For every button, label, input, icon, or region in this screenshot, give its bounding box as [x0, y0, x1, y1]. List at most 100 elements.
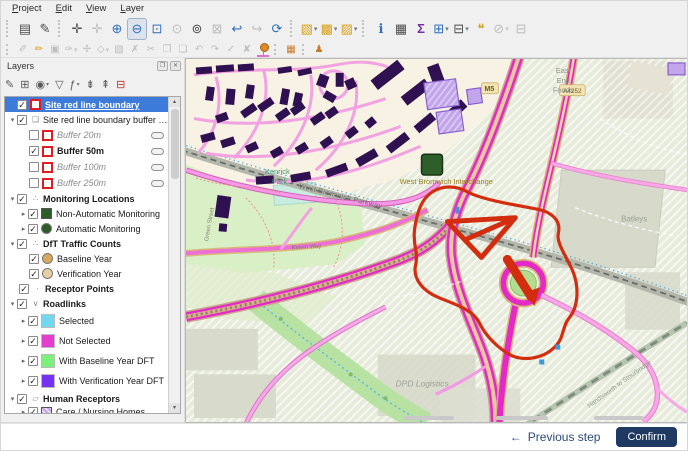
confirm-button[interactable]: Confirm	[616, 427, 677, 447]
zoom-in-button[interactable]: ⊕	[107, 18, 127, 40]
layer-row-with-verification-year-dft[interactable]: ▸ ✓ With Verification Year DFT	[5, 371, 168, 391]
scale-visibility-indicator[interactable]	[151, 147, 164, 155]
menu-view[interactable]: View	[79, 2, 113, 15]
layer-checkbox[interactable]: ✓	[28, 208, 38, 219]
expander-icon[interactable]: ▾	[8, 240, 17, 248]
redo-button[interactable]: ↷	[207, 43, 223, 57]
layer-checkbox[interactable]: ✓	[17, 99, 27, 110]
zoom-full-button[interactable]: ⊡	[147, 18, 167, 40]
expander-icon[interactable]: ▸	[19, 210, 28, 218]
layer-row-buffer-20m[interactable]: Buffer 20m	[5, 127, 168, 143]
menu-project[interactable]: Project	[5, 2, 49, 15]
commit-button[interactable]: ✓	[223, 43, 239, 57]
expander-icon[interactable]: ▸	[19, 225, 28, 233]
expander-icon[interactable]: ▾	[8, 116, 17, 124]
current-edits-button[interactable]: ✐	[15, 43, 31, 57]
refresh-map-button[interactable]: ⟳	[267, 18, 287, 40]
expander-icon[interactable]: ▸	[19, 317, 28, 325]
layer-checkbox[interactable]	[29, 178, 39, 188]
toolbar-handle[interactable]	[6, 44, 12, 55]
add-feature-button[interactable]: ✑ ▾	[63, 43, 79, 57]
vertex-tool-button[interactable]: ◇ ▾	[95, 43, 111, 57]
expander-icon[interactable]: ▾	[8, 195, 17, 203]
expander-icon[interactable]: ▾	[8, 395, 17, 403]
scale-visibility-indicator[interactable]	[151, 131, 164, 139]
undo-button[interactable]: ↶	[191, 43, 207, 57]
layer-checkbox[interactable]	[29, 162, 39, 172]
scale-visibility-indicator[interactable]	[151, 179, 164, 187]
zoom-to-layer-button[interactable]: ⊚	[187, 18, 207, 40]
expander-icon[interactable]: ▸	[19, 337, 28, 345]
group-checkbox[interactable]: ✓	[17, 238, 27, 249]
menu-layer[interactable]: Layer	[113, 2, 151, 15]
zoom-out-button[interactable]: ⊖	[127, 17, 147, 40]
toolbar-handle[interactable]	[274, 44, 280, 55]
scale-visibility-indicator[interactable]	[151, 163, 164, 171]
scrollbar-thumb[interactable]	[170, 109, 179, 179]
layer-checkbox[interactable]: ✓	[28, 223, 38, 234]
layer-row-non-automatic-monitoring[interactable]: ▸ ✓ Non-Automatic Monitoring	[5, 206, 168, 221]
project-settings-button[interactable]: ✎	[35, 18, 55, 40]
attribute-table-button[interactable]: ▦	[391, 18, 411, 40]
street-view-button[interactable]: ♟	[311, 43, 327, 57]
group-row-roadlinks[interactable]: ▾ ✓ ∨ Roadlinks	[5, 296, 168, 311]
map-tips-button[interactable]: ❝	[471, 18, 491, 40]
layer-row-automatic-monitoring[interactable]: ▸ ✓ Automatic Monitoring	[5, 221, 168, 236]
pan-map-button[interactable]: ✛	[67, 18, 87, 40]
filter-legend-button[interactable]: ▽	[55, 78, 63, 91]
modify-attributes-button[interactable]: ▨	[111, 43, 127, 57]
layer-checkbox[interactable]: ✓	[29, 268, 39, 279]
zoom-native-button[interactable]: ⊠	[207, 18, 227, 40]
layer-checkbox[interactable]: ✓	[28, 407, 38, 413]
search-button[interactable]: ⊘ ▾	[491, 18, 511, 40]
expander-icon[interactable]: ▸	[19, 377, 28, 385]
expander-icon[interactable]: ▸	[19, 408, 28, 413]
previous-step-button[interactable]: ← Previous step	[510, 430, 601, 444]
layer-row-buffer-100m[interactable]: Buffer 100m	[5, 159, 168, 175]
scroll-up-icon[interactable]: ▴	[169, 97, 180, 107]
layer-checkbox[interactable]: ✓	[29, 146, 39, 156]
group-checkbox[interactable]: ✓	[17, 393, 27, 404]
deselect-features-button[interactable]: ▩ ▾	[319, 18, 339, 40]
layer-row-care-nursing-homes[interactable]: ▸ ✓ Care / Nursing Homes	[5, 406, 168, 413]
pan-to-selection-button[interactable]: ✛	[87, 18, 107, 40]
group-row-human-receptors[interactable]: ▾ ✓ ▱ Human Receptors	[5, 391, 168, 406]
zoom-next-button[interactable]: ↪	[247, 18, 267, 40]
map-3d-button[interactable]: ▦	[283, 43, 299, 57]
layer-checkbox[interactable]	[29, 130, 39, 140]
measure-button[interactable]: ⊟ ▾	[451, 18, 471, 40]
layer-row-buffer-50m[interactable]: ✓ Buffer 50m	[5, 143, 168, 159]
menu-edit[interactable]: Edit	[49, 2, 79, 15]
expander-icon[interactable]: ▸	[19, 357, 28, 365]
filter-expression-button[interactable]: ƒ ▾	[70, 79, 80, 91]
collapse-all-button[interactable]: ⇞	[101, 78, 110, 91]
layer-checkbox[interactable]: ✓	[28, 336, 38, 346]
layer-row-with-baseline-year-dft[interactable]: ▸ ✓ With Baseline Year DFT	[5, 351, 168, 371]
layer-checkbox[interactable]: ✓	[28, 356, 38, 366]
toolbar-handle[interactable]	[362, 19, 368, 38]
layer-row-selected[interactable]: ▸ ✓ Selected	[5, 311, 168, 331]
remove-layer-button[interactable]: ⊟	[116, 78, 125, 91]
select-features-button[interactable]: ▧ ▾	[299, 18, 319, 40]
zoom-to-selection-button[interactable]: ⊙	[167, 18, 187, 40]
group-checkbox[interactable]: ✓	[17, 298, 27, 309]
new-project-button[interactable]: ▤	[15, 18, 35, 40]
layer-checkbox[interactable]: ✓	[28, 376, 38, 386]
tree-scrollbar[interactable]: ▴ ▾	[168, 97, 180, 413]
rollback-button[interactable]: ✘	[239, 43, 255, 57]
scroll-down-icon[interactable]: ▾	[169, 403, 180, 413]
statistics-button[interactable]: Σ	[411, 18, 431, 40]
identify-features-button[interactable]: ℹ	[371, 18, 391, 40]
field-calculator-button[interactable]: ⊞ ▾	[431, 18, 451, 40]
paste-features-button[interactable]: ❏	[175, 43, 191, 57]
layer-row-receptor-points[interactable]: ✓ · Receptor Points	[5, 281, 168, 296]
group-checkbox[interactable]: ✓	[17, 114, 27, 125]
select-by-expression-button[interactable]: ▨ ▾	[339, 18, 359, 40]
expander-icon[interactable]: ▾	[8, 300, 17, 308]
group-row-monitoring-locations[interactable]: ▾ ✓ ∴ Monitoring Locations	[5, 191, 168, 206]
measure-line-button[interactable]: ⊟	[511, 18, 531, 40]
toolbar-handle[interactable]	[6, 19, 12, 38]
delete-selected-button[interactable]: ✗	[127, 43, 143, 57]
layer-styling-button[interactable]: ✎	[5, 78, 14, 91]
layer-checkbox[interactable]: ✓	[29, 253, 39, 264]
